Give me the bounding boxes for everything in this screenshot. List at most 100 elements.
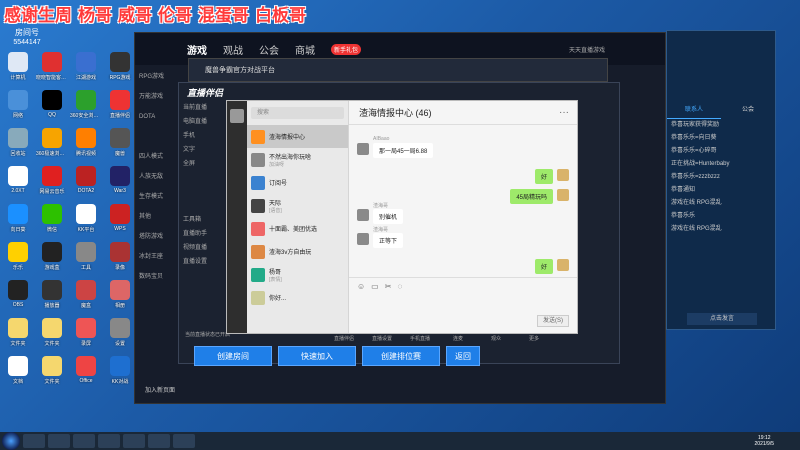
live-tool[interactable]: 观众 [481, 335, 511, 342]
desktop-icon[interactable]: 直播伴侣 [104, 88, 136, 124]
list-item[interactable]: 不然出海你玩啥 加油呀 [247, 148, 348, 171]
desktop-icon[interactable]: 网络 [2, 88, 34, 124]
avatar[interactable] [357, 143, 369, 155]
desktop-icon[interactable]: 回收站 [2, 126, 34, 162]
emoji-icon[interactable]: ☺ [357, 282, 365, 291]
back-button[interactable]: 返回 [446, 346, 480, 366]
desktop-icon[interactable]: 文件夹 [2, 316, 34, 352]
avatar[interactable] [357, 209, 369, 221]
desktop-icon[interactable]: 设置 [104, 316, 136, 352]
live-menu-item[interactable] [179, 199, 225, 213]
desktop-icon[interactable]: 相册 [104, 278, 136, 314]
avatar[interactable] [557, 259, 569, 271]
tab-watch[interactable]: 观战 [223, 42, 243, 57]
list-item[interactable]: 订阅号 [247, 171, 348, 194]
more-icon[interactable]: ··· [559, 107, 569, 118]
taskbar-item[interactable] [123, 434, 145, 448]
list-item[interactable]: 你好... [247, 286, 348, 309]
desktop-icon[interactable]: 网易云音乐 [36, 164, 68, 200]
list-item[interactable]: 天际 [语音] [247, 194, 348, 217]
create-rank-button[interactable]: 创建排位赛 [362, 346, 440, 366]
live-menu-item[interactable] [179, 185, 225, 199]
user-name[interactable]: 天天直播游戏 [569, 45, 605, 54]
desktop-icon[interactable]: 魔兽 [104, 126, 136, 162]
desktop-icon[interactable]: 向日葵 [2, 202, 34, 238]
newbie-badge[interactable]: 新手礼包 [331, 43, 362, 55]
desktop-icon[interactable]: WPS [104, 202, 136, 238]
taskbar-item[interactable] [23, 434, 45, 448]
list-item[interactable]: 渣海情报中心 [247, 125, 348, 148]
desktop-icon[interactable]: DOTA2 [70, 164, 102, 200]
live-menu-item[interactable]: 工具箱 [179, 213, 225, 227]
start-button[interactable] [2, 432, 20, 450]
list-item[interactable]: 十面霸、美团优选 [247, 217, 348, 240]
speak-button[interactable]: 点击发言 [687, 313, 757, 325]
chat-bubble-icon[interactable]: ◌ [397, 282, 402, 291]
lobby-link[interactable]: 加入新页面 [135, 385, 185, 394]
desktop-icon[interactable]: KK对战 [104, 354, 136, 390]
desktop-icon[interactable]: 文件夹 [36, 354, 68, 390]
desktop-icon[interactable]: 360极速浏览器 [36, 126, 68, 162]
live-menu-item[interactable]: 文字 [179, 143, 225, 157]
avatar[interactable] [557, 189, 569, 201]
quick-join-button[interactable]: 快速加入 [278, 346, 356, 366]
live-tool[interactable]: 直播设置 [367, 335, 397, 342]
desktop-icon[interactable]: 录像 [104, 240, 136, 276]
live-menu-item[interactable]: 电脑直播 [179, 115, 225, 129]
live-menu-item[interactable]: 当前直播 [179, 101, 225, 115]
desktop-icon[interactable]: 晓晓智能客户端 [36, 50, 68, 86]
desktop-icon[interactable]: 魔盒 [70, 278, 102, 314]
desktop-icon[interactable]: 播放器 [36, 278, 68, 314]
taskbar-item[interactable] [73, 434, 95, 448]
message-input[interactable]: ☺ ▭ ✂ ◌ 发送(S) [349, 277, 577, 333]
desktop-icon[interactable]: 录屏 [70, 316, 102, 352]
desktop-icon[interactable]: 360安全浏览器 [70, 88, 102, 124]
avatar[interactable] [557, 169, 569, 181]
search-input[interactable]: 搜索 [251, 107, 344, 119]
desktop-icon[interactable]: 江湖游戏 [70, 50, 102, 86]
desktop-icon[interactable]: 微信 [36, 202, 68, 238]
avatar[interactable] [230, 109, 244, 123]
live-tool[interactable]: 手机直播 [405, 335, 435, 342]
live-menu-item[interactable]: 视频直播 [179, 241, 225, 255]
taskbar-item[interactable] [98, 434, 120, 448]
desktop-icon[interactable]: RPG游戏 [104, 50, 136, 86]
live-tool[interactable]: 直播伴侣 [329, 335, 359, 342]
send-button[interactable]: 发送(S) [537, 315, 569, 327]
taskbar-item[interactable] [173, 434, 195, 448]
scissors-icon[interactable]: ✂ [385, 282, 392, 291]
tab-game[interactable]: 游戏 [187, 42, 207, 57]
live-menu-item[interactable]: 手机 [179, 129, 225, 143]
list-item[interactable]: 渣海3v方自由玩 [247, 240, 348, 263]
desktop-icon[interactable]: 工具 [70, 240, 102, 276]
taskbar-item[interactable] [48, 434, 70, 448]
live-menu-item[interactable]: 直播设置 [179, 255, 225, 269]
live-menu-item[interactable]: 全屏 [179, 157, 225, 171]
create-room-button[interactable]: 创建房间 [194, 346, 272, 366]
desktop-icon[interactable]: OBS [2, 278, 34, 314]
desktop-icon[interactable]: 文件夹 [36, 316, 68, 352]
desktop-icon[interactable]: 计算机 [2, 50, 34, 86]
desktop-icon[interactable]: 腾讯视频 [70, 126, 102, 162]
live-tool[interactable]: 更多 [519, 335, 549, 342]
tab-guild-panel[interactable]: 公会 [721, 101, 775, 119]
folder-icon[interactable]: ▭ [371, 282, 379, 291]
tab-contacts[interactable]: 联系人 [667, 101, 721, 119]
taskbar-item[interactable] [148, 434, 170, 448]
avatar[interactable] [357, 233, 369, 245]
tab-guild[interactable]: 公会 [259, 42, 279, 57]
live-tool[interactable]: 连麦 [443, 335, 473, 342]
desktop-icon[interactable]: Office [70, 354, 102, 390]
tab-store[interactable]: 商城 [295, 42, 315, 57]
desktop-icon[interactable]: 游戏盒 [36, 240, 68, 276]
live-menu-item[interactable]: 直播助手 [179, 227, 225, 241]
desktop-icon[interactable]: 2.0XT [2, 164, 34, 200]
list-item[interactable]: 杨哥 [表情] [247, 263, 348, 286]
live-menu-item[interactable] [179, 171, 225, 185]
desktop-icon[interactable]: 乐乐 [2, 240, 34, 276]
desktop-icon[interactable]: 文档 [2, 354, 34, 390]
clock[interactable]: 19:12 2021/9/5 [755, 435, 774, 447]
desktop-icon[interactable]: KK平台 [70, 202, 102, 238]
desktop-icon[interactable]: QQ [36, 88, 68, 124]
desktop-icon[interactable]: War3 [104, 164, 136, 200]
